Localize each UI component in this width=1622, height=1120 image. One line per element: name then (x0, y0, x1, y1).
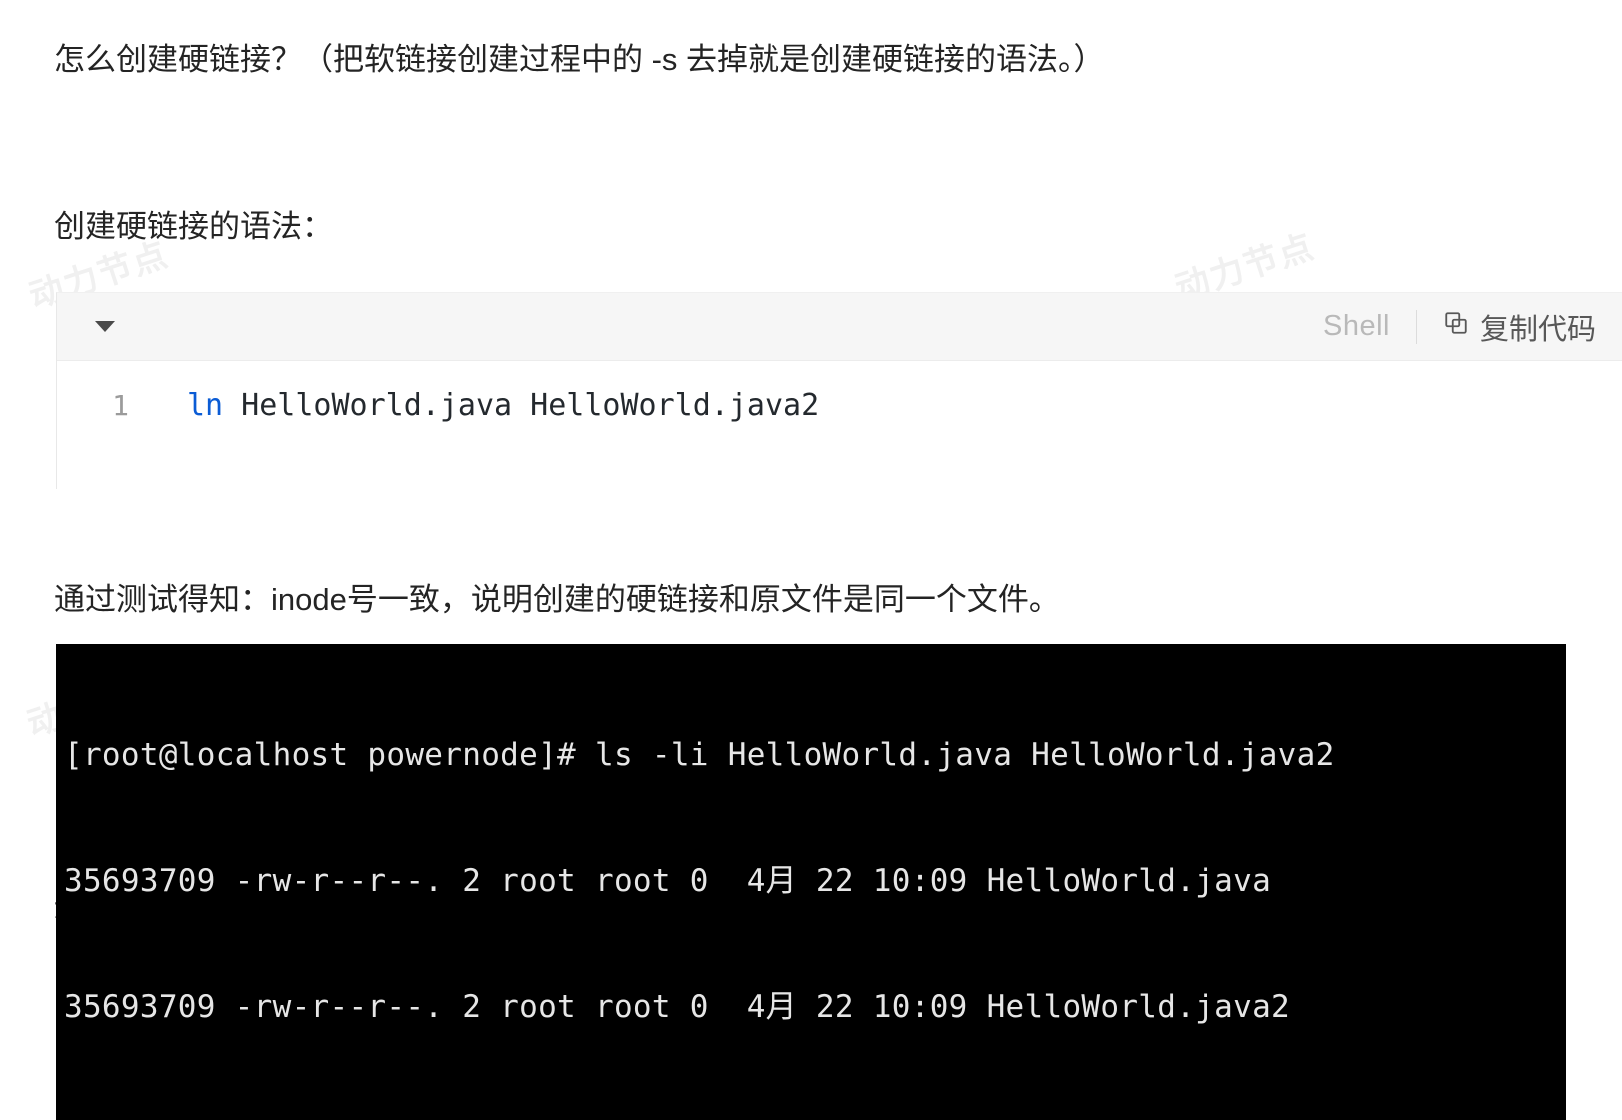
code-arguments: HelloWorld.java HelloWorld.java2 (223, 388, 820, 423)
terminal-line-command: [root@localhost powernode]# ls -li Hello… (64, 737, 1335, 773)
test-result-paragraph: 通过测试得知：inode号一致，说明创建的硬链接和原文件是同一个文件。 (54, 582, 1060, 617)
code-keyword: ln (187, 388, 224, 423)
intro-paragraph: 怎么创建硬链接？（把软链接创建过程中的 -s 去掉就是创建硬链接的语法。） (54, 42, 1105, 77)
code-line-content: ln HelloWorld.java HelloWorld.java2 (129, 387, 819, 425)
terminal-line-file2: 35693709 -rw-r--r--. 2 root root 0 4月 22… (64, 989, 1291, 1025)
terminal-line-file1: 35693709 -rw-r--r--. 2 root root 0 4月 22… (64, 863, 1272, 899)
copy-code-label: 复制代码 (1479, 313, 1596, 346)
code-block: Shell 复制代码 1 ln HelloWorld.java HelloWor… (56, 292, 1622, 489)
code-line: 1 ln HelloWorld.java HelloWorld.java2 (57, 387, 1622, 425)
line-number: 1 (112, 389, 129, 422)
copy-code-button[interactable]: 复制代码 (1443, 306, 1596, 348)
toolbar-divider (1415, 309, 1417, 344)
code-body[interactable]: 1 ln HelloWorld.java HelloWorld.java2 (57, 361, 1622, 489)
caret-down-icon[interactable] (95, 321, 115, 332)
code-toolbar-actions: Shell 复制代码 (1323, 306, 1622, 348)
article-page: 动力节点 动力节点 动力节点 怎么创建硬链接？（把软链接创建过程中的 -s 去掉… (0, 0, 1622, 1120)
code-toolbar: Shell 复制代码 (57, 293, 1622, 361)
code-language-label: Shell (1322, 310, 1390, 342)
terminal-output: [root@localhost powernode]# ls -li Hello… (56, 644, 1566, 1120)
copy-icon (1443, 310, 1469, 344)
syntax-label: 创建硬链接的语法： (54, 209, 333, 244)
